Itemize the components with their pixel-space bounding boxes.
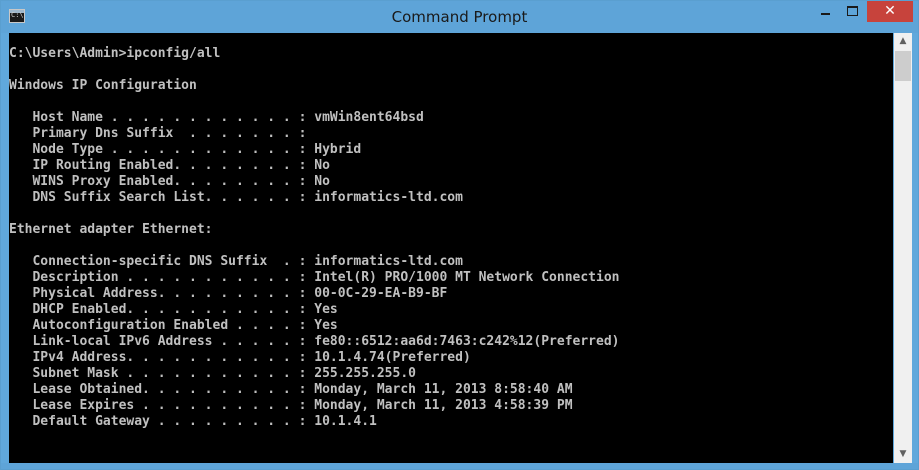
title-bar[interactable]: C:\ Command Prompt ✕ <box>1 1 918 33</box>
console-line: Physical Address. . . . . . . . . : 00-0… <box>9 286 448 301</box>
command-prompt-window: C:\ Command Prompt ✕ C:\Users\Admin>ipco… <box>0 0 919 470</box>
console-line: Host Name . . . . . . . . . . . . : vmWi… <box>9 110 424 125</box>
console-line: Primary Dns Suffix . . . . . . . : <box>9 126 307 141</box>
console-line: IP Routing Enabled. . . . . . . . : No <box>9 158 330 173</box>
console-line: Description . . . . . . . . . . . : Inte… <box>9 270 620 285</box>
maximize-icon[interactable] <box>839 1 866 22</box>
console-line: Link-local IPv6 Address . . . . . : fe80… <box>9 334 620 349</box>
console-line: Lease Expires . . . . . . . . . . : Mond… <box>9 398 573 413</box>
console-line: DHCP Enabled. . . . . . . . . . . : Yes <box>9 302 338 317</box>
scroll-down-arrow-icon[interactable]: ▼ <box>894 446 912 463</box>
console-line: Lease Obtained. . . . . . . . . . : Mond… <box>9 382 573 397</box>
console-line: IPv4 Address. . . . . . . . . . . : 10.1… <box>9 350 471 365</box>
console-line: Ethernet adapter Ethernet: <box>9 222 213 237</box>
window-title: Command Prompt <box>391 8 528 26</box>
console-line: DNS Suffix Search List. . . . . . : info… <box>9 190 463 205</box>
scroll-up-arrow-icon[interactable]: ▲ <box>894 33 912 50</box>
vertical-scrollbar[interactable]: ▲ ▼ <box>894 33 912 463</box>
console-line: Autoconfiguration Enabled . . . . : Yes <box>9 318 338 333</box>
console-line: WINS Proxy Enabled. . . . . . . . : No <box>9 174 330 189</box>
console-line: Node Type . . . . . . . . . . . . : Hybr… <box>9 142 362 157</box>
console-line: C:\Users\Admin>ipconfig/all <box>9 46 221 61</box>
window-bottom-border <box>1 463 918 469</box>
scrollbar-thumb[interactable] <box>895 51 911 81</box>
console-line: Connection-specific DNS Suffix . : infor… <box>9 254 463 269</box>
console-line: Default Gateway . . . . . . . . . : 10.1… <box>9 414 377 429</box>
console-line: Subnet Mask . . . . . . . . . . . : 255.… <box>9 366 416 381</box>
close-icon: ✕ <box>884 3 896 19</box>
console-output[interactable]: C:\Users\Admin>ipconfig/all Windows IP Co… <box>9 33 893 463</box>
console-line: Windows IP Configuration <box>9 78 197 93</box>
close-button[interactable]: ✕ <box>867 1 913 22</box>
minimize-icon[interactable] <box>812 1 839 22</box>
